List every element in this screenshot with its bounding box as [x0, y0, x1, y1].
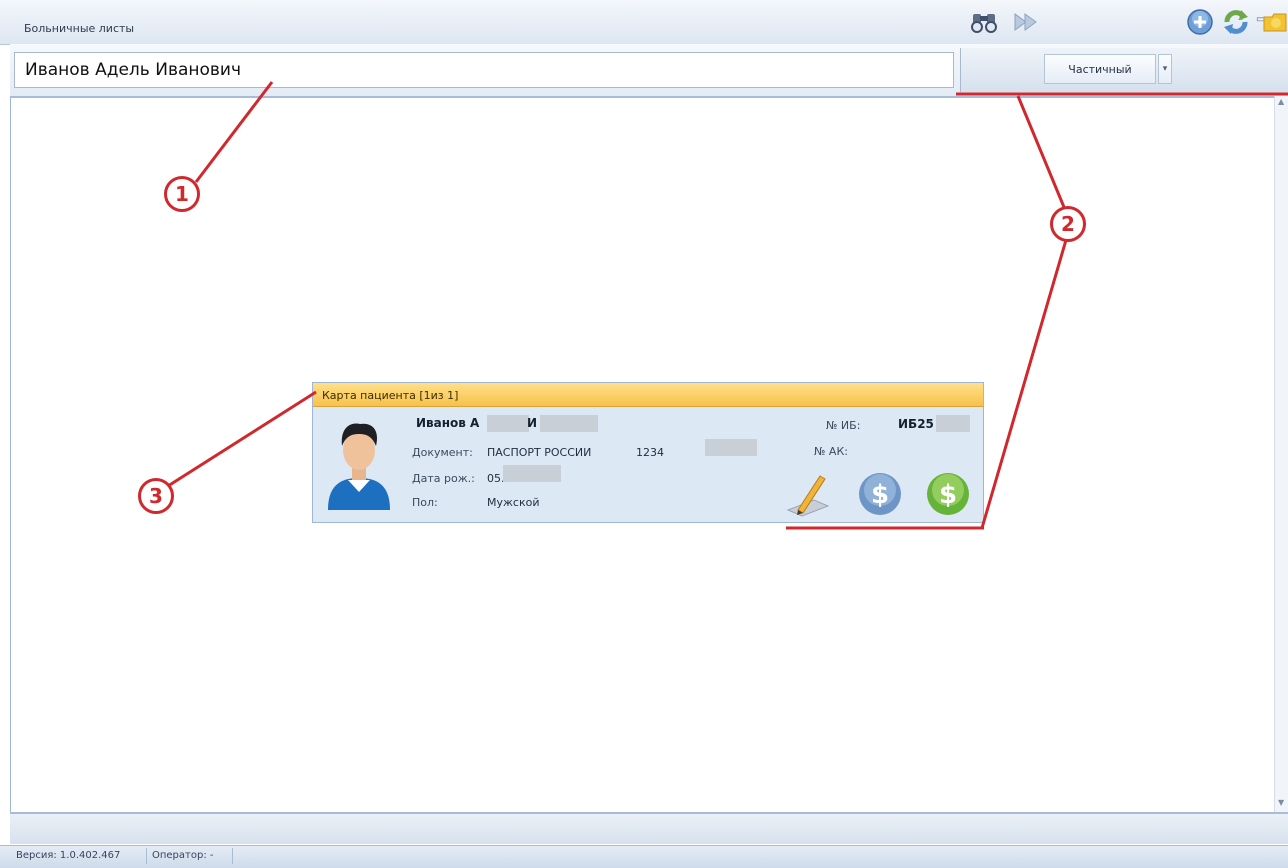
- annotation-badge-2: 2: [1050, 206, 1086, 242]
- annotation-badge-1: 1: [164, 176, 200, 212]
- annotation-overlay: [167, 81, 1288, 530]
- annotation-badge-3: 3: [138, 478, 174, 514]
